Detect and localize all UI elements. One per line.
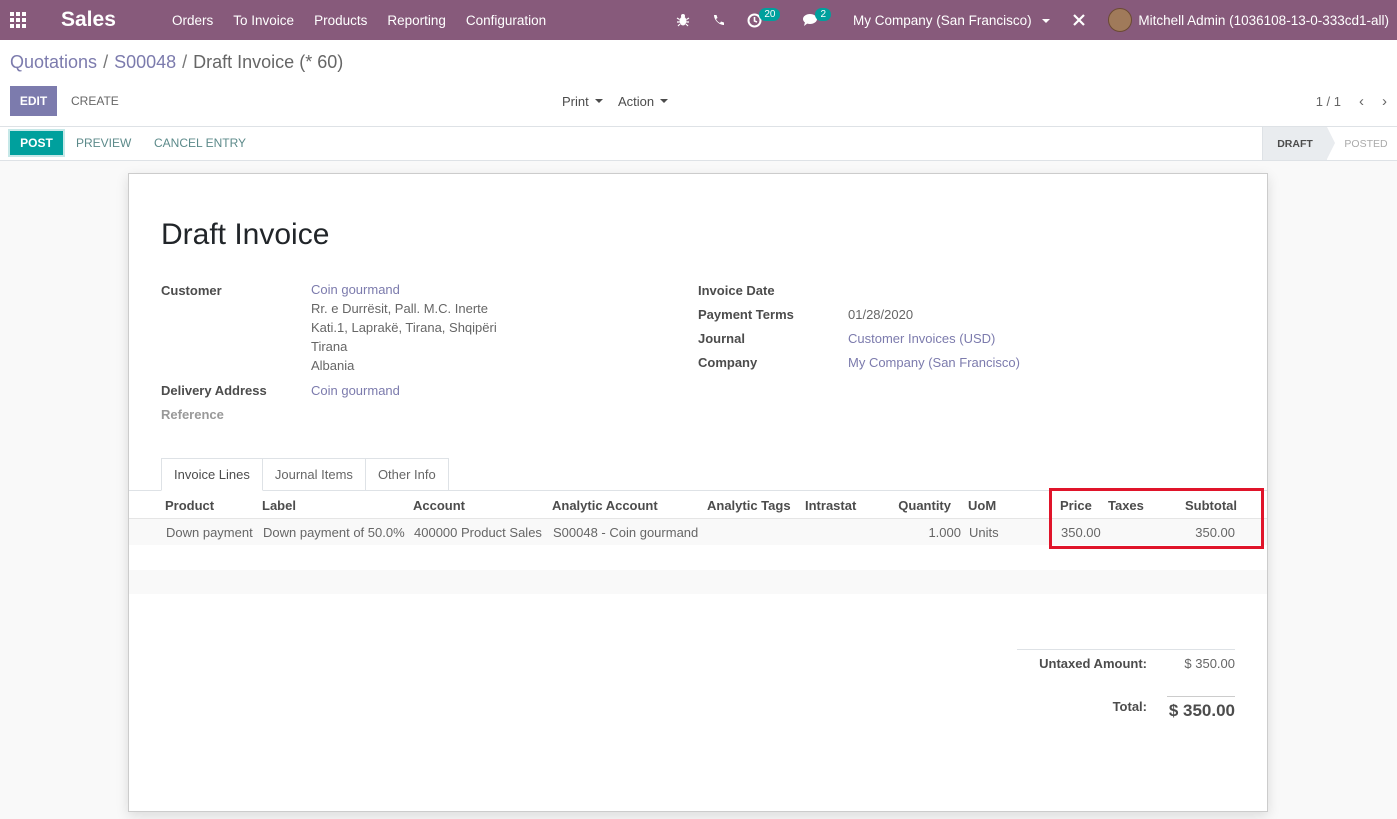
menu-to-invoice[interactable]: To Invoice — [233, 13, 294, 28]
menu-reporting[interactable]: Reporting — [387, 13, 446, 28]
company-field[interactable]: My Company (San Francisco) — [848, 355, 1020, 370]
breadcrumb-separator: / — [182, 52, 188, 72]
tools-icon[interactable] — [1072, 13, 1086, 27]
message-count-badge: 2 — [815, 7, 832, 21]
address-line: Kati.1, Laprakë, Tirana, Shqipëri — [311, 320, 497, 335]
delivery-address-field[interactable]: Coin gourmand — [311, 383, 400, 398]
tab-invoice-lines[interactable]: Invoice Lines — [161, 458, 263, 491]
col-analytic-tags[interactable]: Analytic Tags — [707, 491, 791, 519]
col-uom[interactable]: UoM — [968, 491, 996, 519]
cell-quantity: 1.000 — [928, 524, 961, 540]
address-line: Rr. e Durrësit, Pall. M.C. Inerte — [311, 301, 488, 316]
company-label: Company — [698, 355, 758, 370]
total-value: $ 350.00 — [1168, 701, 1235, 720]
activity-icon[interactable]: 20 — [747, 7, 781, 28]
reference-label: Reference — [161, 407, 224, 422]
tab-other-info[interactable]: Other Info — [365, 458, 449, 491]
caret-down-icon — [594, 99, 603, 103]
action-dropdown[interactable]: Action — [618, 86, 669, 116]
stage-posted[interactable]: POSTED — [1335, 127, 1397, 160]
col-analytic-account[interactable]: Analytic Account — [552, 491, 658, 519]
create-button[interactable]: CREATE — [71, 86, 119, 116]
cell-product: Down payment — [166, 524, 253, 540]
app-name[interactable]: Sales — [61, 0, 116, 40]
col-product[interactable]: Product — [165, 491, 214, 519]
customer-name[interactable]: Coin gourmand — [311, 280, 497, 299]
invoice-sheet: Draft Invoice Customer Coin gourmand Rr.… — [128, 173, 1268, 812]
col-account[interactable]: Account — [413, 491, 465, 519]
col-intrastat[interactable]: Intrastat — [805, 491, 856, 519]
phone-icon[interactable] — [712, 14, 725, 27]
address-line: Tirana — [311, 339, 348, 354]
main-menu: Orders To Invoice Products Reporting Con… — [172, 0, 566, 40]
total-divider — [1167, 696, 1235, 697]
payment-terms-field[interactable]: 01/28/2020 — [848, 307, 913, 322]
breadcrumb-order[interactable]: S00048 — [114, 52, 176, 72]
menu-configuration[interactable]: Configuration — [466, 13, 546, 28]
address-line: Albania — [311, 358, 355, 373]
cell-analytic-account: S00048 - Coin gourmand — [553, 524, 699, 540]
cell-account: 400000 Product Sales — [414, 524, 542, 540]
totals-divider — [1017, 649, 1235, 650]
empty-table-row — [129, 570, 1267, 594]
chevron-left-icon[interactable]: ‹ — [1359, 93, 1364, 110]
user-name[interactable]: Mitchell Admin (1036108-13-0-333cd1-all) — [1138, 13, 1389, 28]
untaxed-amount-label: Untaxed Amount: — [1039, 656, 1147, 671]
cancel-entry-button[interactable]: CANCEL ENTRY — [154, 129, 246, 157]
journal-field[interactable]: Customer Invoices (USD) — [848, 331, 995, 346]
caret-down-icon — [660, 99, 669, 103]
apps-menu-icon[interactable] — [10, 0, 28, 40]
breadcrumb: Quotations / S00048/Draft Invoice (* 60) — [10, 52, 343, 73]
status-bar: POST PREVIEW CANCEL ENTRY DRAFT POSTED — [0, 127, 1397, 161]
menu-products[interactable]: Products — [314, 13, 367, 28]
menu-orders[interactable]: Orders — [172, 13, 213, 28]
user-avatar[interactable] — [1108, 8, 1133, 32]
col-quantity[interactable]: Quantity — [869, 491, 951, 519]
stage-draft: DRAFT — [1262, 127, 1335, 160]
breadcrumb-current: Draft Invoice (* 60) — [193, 52, 344, 72]
customer-field[interactable]: Coin gourmand Rr. e Durrësit, Pall. M.C.… — [311, 280, 497, 375]
journal-label: Journal — [698, 331, 745, 346]
caret-down-icon — [1042, 18, 1051, 23]
post-button[interactable]: POST — [8, 129, 65, 157]
preview-button[interactable]: PREVIEW — [76, 129, 131, 157]
top-navbar: Sales Orders To Invoice Products Reporti… — [0, 0, 1397, 40]
bug-icon[interactable] — [676, 13, 690, 27]
pager-value[interactable]: 1 / 1 — [1316, 94, 1341, 109]
tab-journal-items[interactable]: Journal Items — [262, 458, 366, 491]
invoice-title: Draft Invoice — [161, 218, 330, 251]
messages-icon[interactable]: 2 — [802, 7, 832, 27]
cell-label: Down payment of 50.0% — [263, 524, 405, 540]
notebook-tabs: Invoice Lines Journal Items Other Info — [161, 458, 449, 491]
breadcrumb-quotations[interactable]: Quotations — [10, 52, 97, 72]
cell-uom: Units — [969, 524, 999, 540]
highlight-box — [1049, 488, 1264, 549]
print-label: Print — [562, 93, 589, 109]
breadcrumb-separator: / — [103, 52, 109, 72]
edit-button[interactable]: EDIT — [10, 86, 57, 116]
payment-terms-label: Payment Terms — [698, 307, 794, 322]
company-name: My Company (San Francisco) — [853, 12, 1032, 28]
activity-count-badge: 20 — [759, 7, 781, 21]
chevron-right-icon[interactable]: › — [1382, 93, 1387, 110]
pager: 1 / 1 ‹ › — [1316, 86, 1387, 116]
control-panel: Quotations / S00048/Draft Invoice (* 60) E… — [0, 40, 1397, 127]
col-label[interactable]: Label — [262, 491, 296, 519]
customer-label: Customer — [161, 283, 222, 298]
company-switcher[interactable]: My Company (San Francisco) — [853, 12, 1051, 28]
action-label: Action — [618, 93, 655, 109]
delivery-address-label: Delivery Address — [161, 383, 267, 398]
systray: 20 2 My Company (San Francisco) Mitchell… — [676, 0, 1389, 40]
total-label: Total: — [1112, 699, 1147, 714]
untaxed-amount-value: $ 350.00 — [1184, 656, 1235, 671]
invoice-date-label: Invoice Date — [698, 283, 775, 298]
print-dropdown[interactable]: Print — [562, 86, 603, 116]
